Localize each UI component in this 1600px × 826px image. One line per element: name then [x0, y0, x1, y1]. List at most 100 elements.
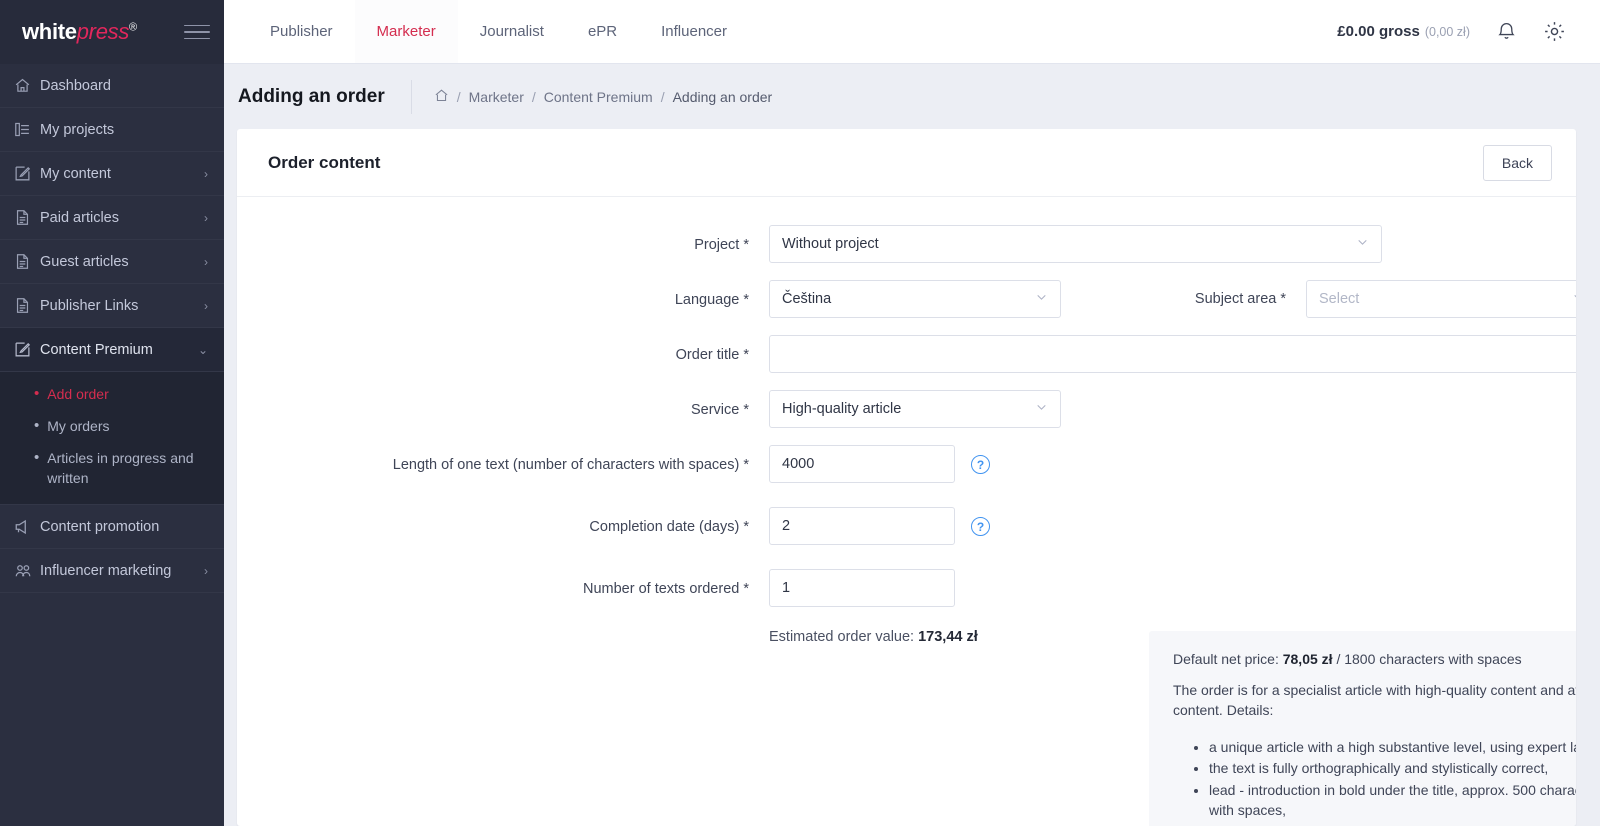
sidebar-item-label: Guest articles — [40, 253, 129, 270]
completion-input[interactable] — [769, 507, 955, 545]
project-select-value: Without project — [782, 236, 879, 252]
sidebar-item-dashboard[interactable]: Dashboard — [0, 64, 224, 108]
chevron-down-icon: ⌄ — [197, 342, 208, 357]
service-select[interactable]: High-quality article — [769, 390, 1061, 428]
bullet-icon: • — [34, 449, 40, 466]
project-select[interactable]: Without project — [769, 225, 1382, 263]
service-select-value: High-quality article — [782, 401, 902, 417]
chevron-right-icon: › — [204, 166, 208, 181]
price-prefix: Default net price: — [1173, 651, 1279, 667]
estimate-value: 173,44 zł — [918, 629, 978, 645]
logo-registered-mark: ® — [129, 21, 137, 34]
form-row-length: Length of one text (number of characters… — [237, 445, 1576, 483]
edit-square-icon — [14, 341, 40, 358]
order-form: Project * Without project Language * Češ… — [237, 197, 1576, 826]
settings-gear-icon[interactable] — [1543, 20, 1566, 43]
main-column: Publisher Marketer Journalist ePR Influe… — [224, 0, 1600, 826]
form-row-order-title: Order title * ? — [237, 335, 1576, 373]
sidebar-item-paid-articles[interactable]: Paid articles › — [0, 196, 224, 240]
sidebar-item-content-promotion[interactable]: Content promotion — [0, 505, 224, 549]
language-select-value: Čeština — [782, 291, 832, 307]
card-title: Order content — [268, 152, 381, 172]
order-title-input[interactable] — [769, 335, 1576, 373]
service-label: Service * — [690, 402, 749, 418]
length-label: Length of one text (number of characters… — [392, 457, 749, 473]
card-header: Order content Back — [237, 129, 1576, 197]
sidebar-item-influencer-marketing[interactable]: Influencer marketing › — [0, 549, 224, 593]
whitepress-logo[interactable]: whitepress® — [22, 19, 137, 45]
sidebar-item-content-premium[interactable]: Content Premium ⌄ — [0, 328, 224, 372]
order-content-card: Order content Back Project * Without pro… — [237, 129, 1576, 826]
list-item: the text is fully orthographically and s… — [1209, 758, 1576, 779]
sidebar-subitem-my-orders[interactable]: • My orders — [0, 410, 224, 442]
language-select[interactable]: Čeština — [769, 280, 1061, 318]
list-item: subheadings in the text in the format of… — [1209, 822, 1576, 826]
tab-publisher[interactable]: Publisher — [248, 0, 355, 63]
document-icon — [14, 297, 40, 314]
subject-area-select[interactable]: Select — [1306, 280, 1576, 318]
number-of-texts-input[interactable] — [769, 569, 955, 607]
tab-journalist[interactable]: Journalist — [458, 0, 566, 63]
chevron-down-icon — [1035, 401, 1048, 418]
service-description: The order is for a specialist article wi… — [1173, 681, 1576, 719]
help-question-icon-length[interactable]: ? — [971, 455, 990, 474]
back-button[interactable]: Back — [1482, 144, 1552, 181]
sidebar-item-my-content[interactable]: My content › — [0, 152, 224, 196]
sidebar-item-guest-articles[interactable]: Guest articles › — [0, 240, 224, 284]
tab-label: Marketer — [376, 23, 436, 40]
sidebar-subitem-label: My orders — [47, 418, 110, 434]
tab-label: Journalist — [479, 23, 544, 40]
home-icon[interactable] — [434, 88, 449, 106]
hamburger-menu-icon[interactable] — [184, 24, 210, 40]
sidebar-subitem-add-order[interactable]: • Add order — [0, 378, 224, 410]
sidebar-subitem-articles-in-progress[interactable]: • Articles in progress and written — [0, 442, 224, 494]
default-net-price-line: Default net price: 78,05 zł / 1800 chara… — [1173, 649, 1576, 670]
service-details-list: a unique article with a high substantive… — [1173, 737, 1576, 826]
help-question-icon-completion[interactable]: ? — [971, 517, 990, 536]
breadcrumb-item-current: Adding an order — [672, 88, 773, 105]
chevron-right-icon: › — [204, 254, 208, 269]
header-divider — [410, 79, 412, 114]
estimated-order-value: Estimated order value: 173,44 zł — [769, 617, 978, 645]
sidebar-item-publisher-links[interactable]: Publisher Links › — [0, 284, 224, 328]
breadcrumb-separator: / — [456, 88, 461, 105]
chevron-right-icon: › — [204, 563, 208, 578]
price-value: 78,05 zł — [1282, 651, 1333, 667]
bullet-icon: • — [34, 417, 40, 434]
order-title-label: Order title * — [675, 347, 749, 363]
people-icon — [14, 562, 40, 580]
tab-label: Publisher — [270, 23, 333, 40]
breadcrumb-separator: / — [660, 88, 665, 105]
breadcrumb-item-marketer[interactable]: Marketer — [469, 89, 524, 105]
form-row-language-subject: Language * Čeština Subject area * Select — [237, 280, 1576, 318]
sidebar: whitepress® Dashboard My projects My con… — [0, 0, 224, 826]
account-balance[interactable]: £0.00 gross (0,00 zł) — [1337, 23, 1470, 40]
list-item: lead - introduction in bold under the ti… — [1209, 780, 1576, 821]
topbar: Publisher Marketer Journalist ePR Influe… — [224, 0, 1600, 64]
chevron-down-icon — [1572, 291, 1576, 308]
sidebar-subitem-label: Add order — [47, 386, 109, 402]
tab-epr[interactable]: ePR — [566, 0, 639, 63]
notification-bell-icon[interactable] — [1496, 21, 1517, 42]
tab-label: Influencer — [661, 23, 727, 40]
sidebar-item-my-projects[interactable]: My projects — [0, 108, 224, 152]
sidebar-submenu-content-premium: • Add order • My orders • Articles in pr… — [0, 372, 224, 505]
page-title: Adding an order — [238, 85, 385, 107]
document-icon — [14, 209, 40, 226]
estimate-label: Estimated order value: — [769, 629, 915, 645]
topbar-right: £0.00 gross (0,00 zł) — [1337, 0, 1600, 63]
sidebar-item-label: Influencer marketing — [40, 562, 172, 579]
length-input[interactable] — [769, 445, 955, 483]
project-label: Project * — [694, 237, 749, 253]
sidebar-item-label: Content Premium — [40, 341, 153, 358]
megaphone-icon — [14, 518, 40, 536]
sidebar-item-label: Paid articles — [40, 209, 119, 226]
tab-marketer[interactable]: Marketer — [354, 0, 458, 63]
sidebar-item-label: Dashboard — [40, 77, 111, 94]
breadcrumb-item-content-premium[interactable]: Content Premium — [544, 89, 653, 105]
form-row-service: Service * High-quality article — [237, 390, 1576, 428]
bullet-icon: • — [34, 385, 40, 402]
tab-influencer[interactable]: Influencer — [639, 0, 749, 63]
form-row-number-of-texts: Number of texts ordered * — [237, 569, 1576, 607]
list-icon — [14, 121, 40, 138]
